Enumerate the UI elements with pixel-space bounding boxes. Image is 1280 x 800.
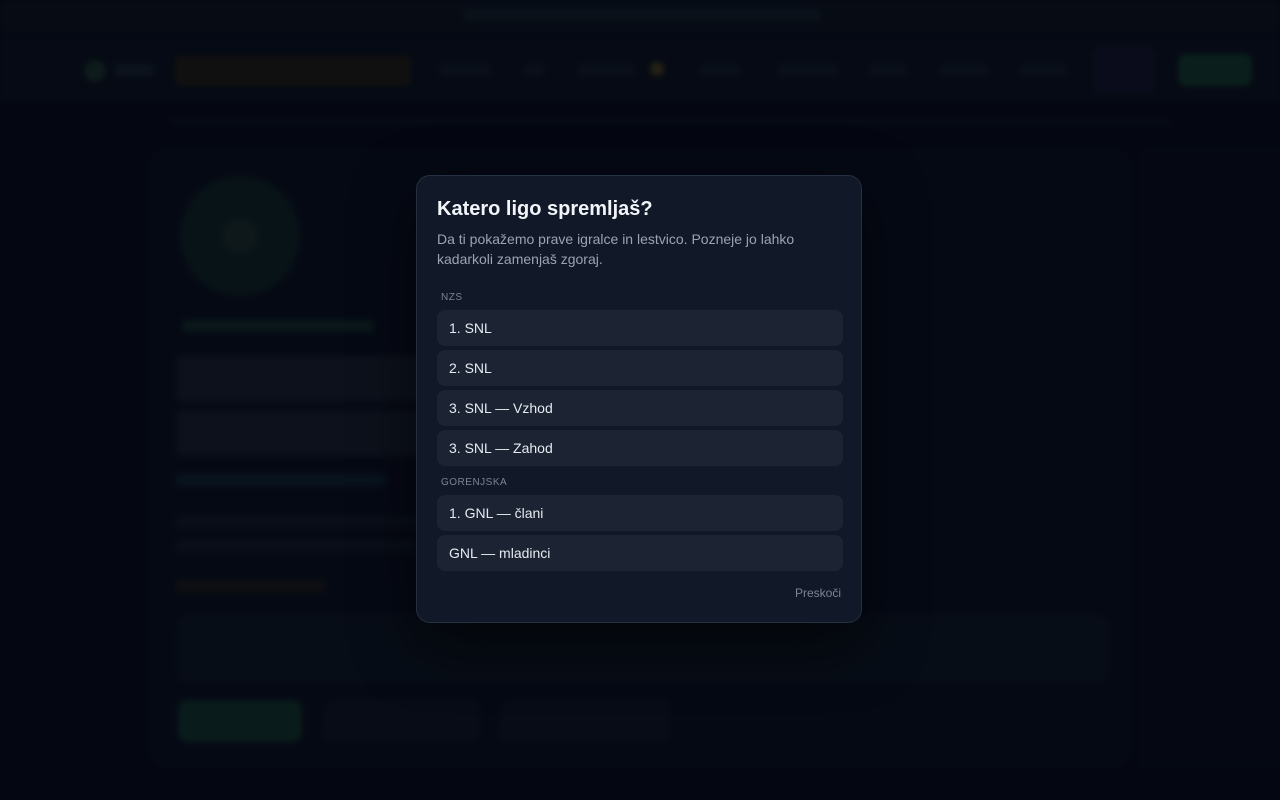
modal-title: Katero ligo spremljaš? (437, 198, 653, 220)
league-select-modal: Katero ligo spremljaš? Da ti pokažemo pr… (416, 175, 862, 623)
league-option-3-snl-zahod[interactable]: 3. SNL — Zahod (437, 430, 843, 466)
league-option-gnl-mladinci[interactable]: GNL — mladinci (437, 535, 843, 571)
group-label-gorenjska: Gorenjska (441, 477, 508, 488)
modal-subtitle: Da ti pokažemo prave igralce in lestvico… (437, 231, 795, 267)
league-option-1-snl[interactable]: 1. SNL (437, 310, 843, 346)
skip-button[interactable]: Preskoči (795, 586, 841, 600)
page: Katero ligo spremljaš? Da ti pokažemo pr… (0, 0, 1280, 800)
league-option-1-gnl-clani[interactable]: 1. GNL — člani (437, 495, 843, 531)
group-label-nzs: NZS (441, 292, 463, 303)
league-option-2-snl[interactable]: 2. SNL (437, 350, 843, 386)
modal-footer: Preskoči (795, 584, 841, 602)
league-option-3-snl-vzhod[interactable]: 3. SNL — Vzhod (437, 390, 843, 426)
